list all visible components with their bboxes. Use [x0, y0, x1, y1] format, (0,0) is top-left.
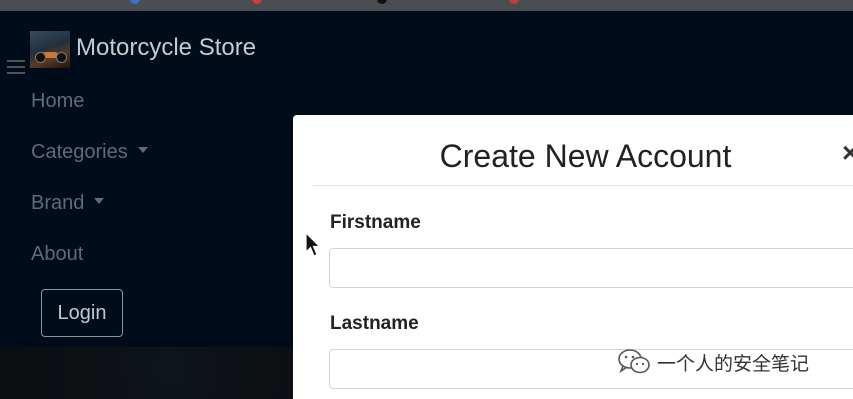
nav-item-label: Categories — [31, 141, 128, 163]
watermark-text: 一个人的安全笔记 — [657, 352, 810, 375]
mouse-cursor-icon — [305, 232, 321, 257]
wechat-icon — [618, 349, 650, 374]
nav-item-about[interactable]: About — [31, 243, 83, 266]
brand-title[interactable]: Motorcycle Store — [76, 34, 256, 62]
modal-title: Create New Account — [439, 138, 732, 174]
lastname-label: Lastname — [330, 313, 419, 334]
close-icon[interactable]: × — [842, 137, 853, 169]
nav-item-label: Brand — [31, 192, 85, 214]
nav-item-home[interactable]: Home — [31, 90, 84, 113]
tab-favicon-icon — [252, 0, 262, 4]
firstname-input[interactable] — [329, 248, 853, 288]
firstname-label: Firstname — [330, 212, 421, 233]
tab-favicon-icon — [130, 0, 140, 4]
modal-divider — [313, 185, 853, 186]
chevron-down-icon — [94, 197, 105, 204]
nav-item-brand[interactable]: Brand — [31, 192, 105, 215]
browser-tab-strip — [0, 0, 853, 11]
login-button[interactable]: Login — [41, 289, 123, 337]
store-logo[interactable] — [30, 31, 70, 68]
watermark: 一个人的安全笔记 — [617, 347, 809, 377]
chevron-down-icon — [137, 146, 148, 153]
nav-item-categories[interactable]: Categories — [31, 141, 148, 164]
tab-favicon-icon — [509, 0, 519, 4]
menu-toggle-icon[interactable] — [7, 58, 25, 76]
tab-favicon-icon — [377, 0, 387, 4]
